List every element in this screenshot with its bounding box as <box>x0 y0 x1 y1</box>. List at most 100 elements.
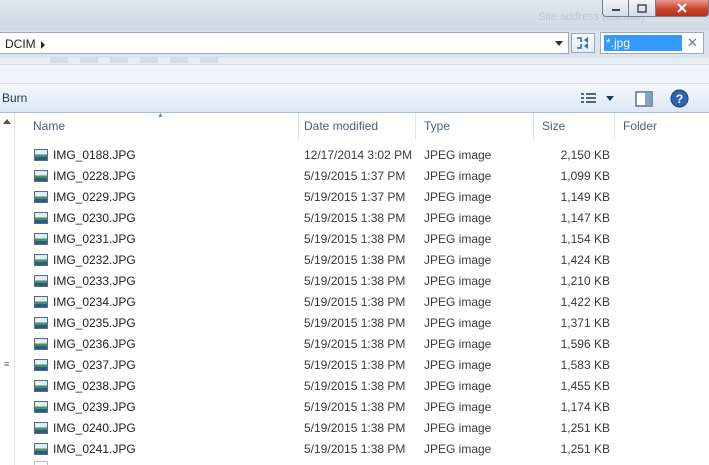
splitter-grip-icon[interactable]: ≡ <box>4 360 9 369</box>
breadcrumb-arrow-icon[interactable] <box>41 41 45 49</box>
file-row[interactable]: IMG_0237.JPG 5/19/2015 1:38 PM JPEG image 1… <box>15 355 709 376</box>
column-header-type[interactable]: Type <box>416 113 534 139</box>
file-date-modified: 5/19/2015 1:38 PM <box>304 253 406 267</box>
file-row[interactable]: IMG_0240.JPG 5/19/2015 1:38 PM JPEG image 1… <box>15 418 709 439</box>
scroll-up-arrow-icon[interactable] <box>3 119 11 124</box>
file-name[interactable]: IMG_0232.JPG <box>53 250 136 271</box>
file-size: 1,596 KB <box>560 337 610 351</box>
file-row[interactable]: IMG_0228.JPG 5/19/2015 1:37 PM JPEG image 1… <box>15 166 709 187</box>
file-row[interactable]: IMG_0235.JPG 5/19/2015 1:38 PM JPEG image 1… <box>15 313 709 334</box>
file-date-modified: 5/19/2015 1:38 PM <box>304 442 406 456</box>
file-size: 1,455 KB <box>560 379 610 393</box>
file-size: 1,583 KB <box>560 358 610 372</box>
file-size: 1,371 KB <box>560 316 610 330</box>
column-header-size[interactable]: Size <box>534 113 615 139</box>
file-name[interactable]: IMG_0241.JPG <box>53 439 136 460</box>
menu-bar <box>0 64 709 84</box>
file-type: JPEG image <box>424 316 492 330</box>
file-type: JPEG image <box>424 274 492 288</box>
search-input[interactable] <box>604 35 682 51</box>
column-header-row: Name ▲ Date modified Type Size Folder <box>15 112 709 139</box>
column-header-folder[interactable]: Folder <box>615 113 709 139</box>
file-name[interactable]: IMG_0237.JPG <box>53 355 136 376</box>
file-row[interactable]: IMG_0238.JPG 5/19/2015 1:38 PM JPEG image 1… <box>15 376 709 397</box>
file-date-modified: 5/19/2015 1:38 PM <box>304 358 406 372</box>
burn-button[interactable]: Burn <box>2 91 27 105</box>
file-name[interactable]: IMG_0238.JPG <box>53 376 136 397</box>
file-name[interactable]: IMG_0230.JPG <box>53 208 136 229</box>
file-row[interactable]: IMG_0241.JPG 5/19/2015 1:38 PM JPEG image 1… <box>15 439 709 460</box>
file-name[interactable]: IMG_0231.JPG <box>53 229 136 250</box>
file-size: 2,150 KB <box>560 148 610 162</box>
sort-ascending-icon: ▲ <box>157 112 164 119</box>
file-size: 1,422 KB <box>560 295 610 309</box>
file-row[interactable]: IMG_0231.JPG 5/19/2015 1:38 PM JPEG image 1… <box>15 229 709 250</box>
column-header-date[interactable]: Date modified <box>296 113 416 139</box>
file-row[interactable]: IMG_0233.JPG 5/19/2015 1:38 PM JPEG image 1… <box>15 271 709 292</box>
search-refresh-button[interactable] <box>571 33 595 53</box>
jpeg-image-file-icon <box>34 443 48 455</box>
file-row[interactable]: IMG_0230.JPG 5/19/2015 1:38 PM JPEG image 1… <box>15 208 709 229</box>
file-date-modified: 5/19/2015 1:37 PM <box>304 190 406 204</box>
search-refresh-icon <box>577 37 588 49</box>
help-icon[interactable]: ? <box>670 89 689 108</box>
file-row[interactable]: IMG_0234.JPG 5/19/2015 1:38 PM JPEG image 1… <box>15 292 709 313</box>
change-view-icon[interactable] <box>580 92 598 106</box>
file-type: JPEG image <box>424 442 492 456</box>
jpeg-image-file-icon <box>34 461 48 465</box>
address-dropdown-icon[interactable] <box>555 41 563 46</box>
file-size: 1,149 KB <box>560 190 610 204</box>
partial-row <box>15 460 709 465</box>
file-name[interactable]: IMG_0236.JPG <box>53 334 136 355</box>
file-size: 1,154 KB <box>560 232 610 246</box>
jpeg-image-file-icon <box>34 317 48 329</box>
file-name[interactable]: IMG_0239.JPG <box>53 397 136 418</box>
file-size: 1,424 KB <box>560 253 610 267</box>
address-bar[interactable]: DCIM <box>0 32 569 54</box>
minimize-icon <box>611 9 620 11</box>
file-row[interactable]: IMG_0236.JPG 5/19/2015 1:38 PM JPEG image 1… <box>15 334 709 355</box>
navigation-pane-edge[interactable]: ≡ <box>0 113 15 465</box>
file-name[interactable]: IMG_0229.JPG <box>53 187 136 208</box>
file-row[interactable]: IMG_0232.JPG 5/19/2015 1:38 PM JPEG image 1… <box>15 250 709 271</box>
file-name[interactable]: IMG_0240.JPG <box>53 418 136 439</box>
views-dropdown-icon[interactable] <box>606 96 614 101</box>
jpeg-image-file-icon <box>34 338 48 350</box>
jpeg-image-file-icon <box>34 149 48 161</box>
address-bar-row: DCIM ✕ <box>0 30 709 58</box>
jpeg-image-file-icon <box>34 275 48 287</box>
file-row[interactable]: IMG_0229.JPG 5/19/2015 1:37 PM JPEG image 1… <box>15 187 709 208</box>
maximize-icon <box>637 3 647 13</box>
breadcrumb-dcim[interactable]: DCIM <box>5 37 36 51</box>
close-button[interactable] <box>656 0 709 17</box>
window-controls <box>602 0 709 18</box>
file-type: JPEG image <box>424 232 492 246</box>
file-type: JPEG image <box>424 253 492 267</box>
file-name[interactable]: IMG_0188.JPG <box>53 145 136 166</box>
minimize-button[interactable] <box>602 0 629 17</box>
maximize-button[interactable] <box>629 0 656 17</box>
jpeg-image-file-icon <box>34 359 48 371</box>
file-date-modified: 5/19/2015 1:38 PM <box>304 337 406 351</box>
file-type: JPEG image <box>424 337 492 351</box>
file-type: JPEG image <box>424 295 492 309</box>
file-row[interactable]: IMG_0239.JPG 5/19/2015 1:38 PM JPEG image 1… <box>15 397 709 418</box>
file-type: JPEG image <box>424 211 492 225</box>
file-row[interactable]: IMG_0188.JPG 12/17/2014 3:02 PM JPEG image… <box>15 145 709 166</box>
command-bar: Burn ? <box>0 84 709 113</box>
file-name[interactable]: IMG_0228.JPG <box>53 166 136 187</box>
search-clear-icon[interactable]: ✕ <box>687 35 698 51</box>
file-name[interactable]: IMG_0234.JPG <box>53 292 136 313</box>
file-date-modified: 5/19/2015 1:38 PM <box>304 211 406 225</box>
background-ghost-text <box>50 57 220 63</box>
jpeg-image-file-icon <box>34 380 48 392</box>
search-box[interactable]: ✕ <box>600 32 704 54</box>
file-type: JPEG image <box>424 169 492 183</box>
file-type: JPEG image <box>424 148 492 162</box>
file-size: 1,099 KB <box>560 169 610 183</box>
jpeg-image-file-icon <box>34 401 48 413</box>
file-name[interactable]: IMG_0235.JPG <box>53 313 136 334</box>
file-date-modified: 5/19/2015 1:38 PM <box>304 421 406 435</box>
preview-pane-icon[interactable] <box>635 91 653 107</box>
file-name[interactable]: IMG_0233.JPG <box>53 271 136 292</box>
